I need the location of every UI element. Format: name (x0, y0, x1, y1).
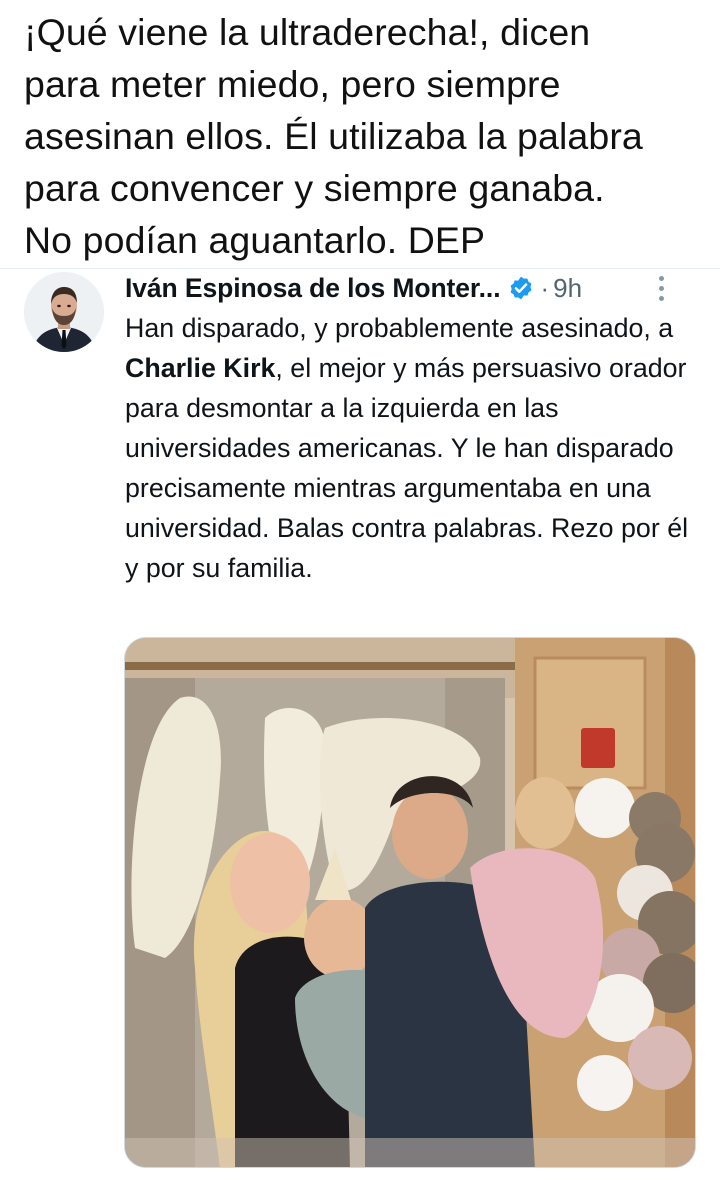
caption-line: para meter miedo, pero siempre (24, 63, 561, 105)
tweet-header: Iván Espinosa de los Monter... · 9h (125, 268, 695, 308)
avatar[interactable] (24, 272, 104, 352)
tweet-text-part: , el mejor y más persuasivo orador para … (125, 353, 689, 583)
caption-line: No podían aguantarlo. DEP (24, 219, 486, 261)
caption-line: para convencer y siempre ganaba. (24, 167, 605, 209)
tweet-photo[interactable] (124, 637, 696, 1168)
family-photo-illustration (125, 638, 695, 1167)
caption-text: ¡Qué viene la ultraderecha!, dicen para … (24, 6, 704, 266)
separator-dot: · (540, 272, 550, 303)
caption-line: ¡Qué viene la ultraderecha!, dicen (24, 11, 591, 53)
mention-charlie-kirk: Charlie Kirk (125, 353, 276, 383)
verified-badge-icon (511, 276, 532, 300)
tweet-text-part: Han disparado, y probablemente asesinado… (125, 313, 674, 343)
more-vertical-icon[interactable] (651, 272, 671, 304)
avatar-image (24, 272, 104, 352)
caption-line: asesinan ellos. Él utilizaba la palabra (24, 115, 643, 157)
author-name[interactable]: Iván Espinosa de los Monter... (125, 273, 501, 304)
tweet-text: Han disparado, y probablemente asesinado… (125, 308, 705, 588)
tweet-time[interactable]: 9h (553, 273, 582, 304)
